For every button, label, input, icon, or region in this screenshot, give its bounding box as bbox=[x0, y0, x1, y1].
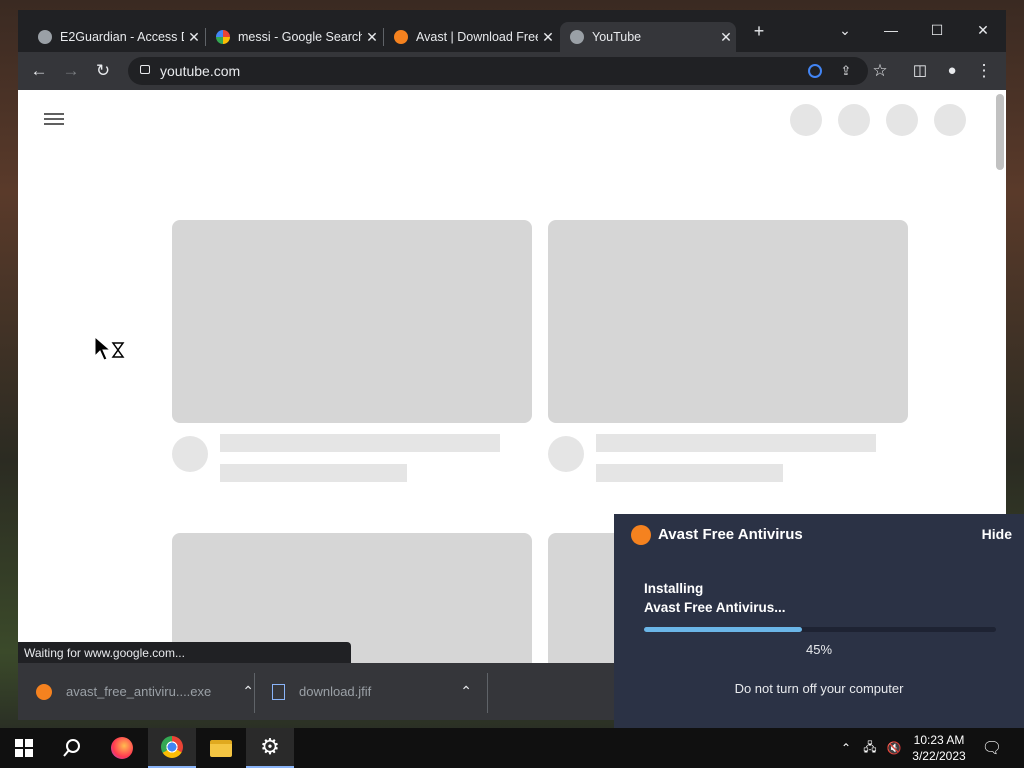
tab-label: Avast | Download Free bbox=[416, 30, 538, 44]
close-window-button[interactable]: ✕ bbox=[960, 16, 1006, 44]
status-line-1: Installing bbox=[644, 581, 704, 596]
avast-install-popup: Avast Free Antivirus Hide Installing Ava… bbox=[614, 514, 1024, 728]
download-filename: avast_free_antiviru....exe bbox=[66, 684, 212, 699]
forward-icon[interactable]: → bbox=[60, 60, 82, 82]
hamburger-menu-icon[interactable] bbox=[44, 110, 64, 128]
download-item-avast[interactable]: avast_free_antiviru....exe ⌃ bbox=[36, 663, 254, 720]
download-item-jfif[interactable]: download.jfif ⌃ bbox=[272, 663, 472, 720]
tab-strip: E2Guardian - Access D ✕ messi - Google S… bbox=[18, 10, 1006, 52]
channel-avatar-placeholder bbox=[548, 436, 584, 472]
tab-label: YouTube bbox=[592, 30, 642, 44]
tab-e2guardian[interactable]: E2Guardian - Access D ✕ bbox=[28, 22, 204, 52]
close-tab-icon[interactable]: ✕ bbox=[184, 29, 204, 46]
download-divider bbox=[487, 673, 488, 713]
windows-logo-icon bbox=[15, 739, 33, 757]
clock-time: 10:23 AM bbox=[913, 733, 965, 747]
lock-icon bbox=[140, 65, 150, 74]
title-placeholder bbox=[596, 434, 876, 452]
url-text: youtube.com bbox=[160, 63, 241, 79]
page-scrollbar[interactable] bbox=[996, 94, 1004, 170]
browser-toolbar: ← → ↻ youtube.com ⇪ ☆ ◫ ● ⋮ bbox=[18, 52, 1006, 90]
clock-date: 3/22/2023 bbox=[912, 749, 966, 763]
status-bubble: Waiting for www.google.com... bbox=[18, 642, 351, 664]
tab-label: messi - Google Search bbox=[238, 30, 362, 44]
firefox-taskbar-button[interactable] bbox=[98, 728, 146, 768]
globe-icon bbox=[570, 30, 584, 44]
reload-icon[interactable]: ↻ bbox=[92, 60, 114, 82]
header-placeholder-circle bbox=[934, 104, 966, 136]
google-icon bbox=[216, 30, 230, 44]
share-icon[interactable]: ⇪ bbox=[836, 61, 856, 81]
tab-avast[interactable]: Avast | Download Free ✕ bbox=[384, 22, 558, 52]
google-lens-icon[interactable] bbox=[805, 61, 825, 81]
tab-youtube[interactable]: YouTube ✕ bbox=[560, 22, 736, 52]
profile-icon[interactable]: ● bbox=[941, 60, 963, 82]
side-panel-icon[interactable]: ◫ bbox=[909, 60, 931, 82]
status-line-2: Avast Free Antivirus... bbox=[644, 600, 786, 615]
tab-search-icon[interactable]: ⌄ bbox=[822, 16, 868, 44]
firefox-icon bbox=[111, 737, 133, 759]
search-button[interactable] bbox=[48, 728, 96, 768]
busy-cursor-icon bbox=[94, 336, 125, 361]
chevron-up-icon[interactable]: ⌃ bbox=[242, 683, 254, 700]
title-placeholder bbox=[220, 434, 500, 452]
gear-icon: ⚙ bbox=[260, 734, 280, 759]
network-icon[interactable]: 🖧 bbox=[860, 728, 880, 768]
avast-icon bbox=[36, 683, 52, 700]
channel-avatar-placeholder bbox=[172, 436, 208, 472]
folder-icon bbox=[210, 739, 232, 757]
settings-taskbar-button[interactable]: ⚙ bbox=[246, 728, 294, 768]
close-tab-icon[interactable]: ✕ bbox=[538, 29, 558, 46]
avast-icon bbox=[394, 30, 408, 44]
install-progress-fill bbox=[644, 627, 803, 632]
popup-title: Avast Free Antivirus bbox=[658, 526, 803, 543]
tab-label: E2Guardian - Access D bbox=[60, 30, 184, 44]
meta-placeholder bbox=[596, 464, 783, 482]
video-thumbnail-placeholder bbox=[172, 220, 532, 423]
chrome-taskbar-button[interactable] bbox=[148, 728, 196, 768]
bookmark-star-icon[interactable]: ☆ bbox=[869, 60, 891, 82]
volume-muted-icon[interactable]: 🔇 bbox=[884, 728, 904, 768]
globe-icon bbox=[38, 30, 52, 44]
close-tab-icon[interactable]: ✕ bbox=[362, 29, 382, 46]
close-tab-icon[interactable]: ✕ bbox=[716, 29, 736, 46]
minimize-button[interactable]: — bbox=[868, 16, 914, 44]
file-explorer-taskbar-button[interactable] bbox=[197, 728, 245, 768]
maximize-button[interactable]: ☐ bbox=[914, 16, 960, 44]
header-placeholder-circle bbox=[790, 104, 822, 136]
action-center-icon[interactable]: 🗨 bbox=[980, 728, 1004, 768]
download-filename: download.jfif bbox=[299, 684, 372, 699]
address-bar[interactable]: youtube.com ⇪ bbox=[128, 57, 868, 85]
file-icon bbox=[272, 683, 285, 700]
video-thumbnail-placeholder bbox=[548, 220, 908, 423]
header-placeholder-circle bbox=[838, 104, 870, 136]
header-placeholder-circle bbox=[886, 104, 918, 136]
chrome-icon bbox=[161, 736, 183, 758]
back-icon[interactable]: ← bbox=[28, 60, 50, 82]
progress-percent: 45% bbox=[805, 642, 833, 657]
hide-button[interactable]: Hide bbox=[982, 526, 1012, 542]
avast-logo-icon bbox=[631, 525, 651, 545]
install-progress-bar bbox=[644, 627, 996, 632]
new-tab-button[interactable]: + bbox=[746, 16, 772, 44]
search-icon bbox=[63, 739, 80, 757]
show-hidden-icons-chevron-icon[interactable]: ⌃ bbox=[836, 728, 856, 768]
chevron-up-icon[interactable]: ⌃ bbox=[460, 683, 472, 700]
download-divider bbox=[254, 673, 255, 713]
menu-kebab-icon[interactable]: ⋮ bbox=[973, 60, 995, 82]
tab-google-search[interactable]: messi - Google Search ✕ bbox=[206, 22, 382, 52]
windows-taskbar: ⚙ ⌃ 🖧 🔇 10:23 AM 3/22/2023 🗨 bbox=[0, 728, 1024, 768]
warning-text: Do not turn off your computer bbox=[734, 681, 904, 696]
system-clock[interactable]: 10:23 AM 3/22/2023 bbox=[904, 732, 974, 764]
meta-placeholder bbox=[220, 464, 407, 482]
start-button[interactable] bbox=[0, 728, 48, 768]
